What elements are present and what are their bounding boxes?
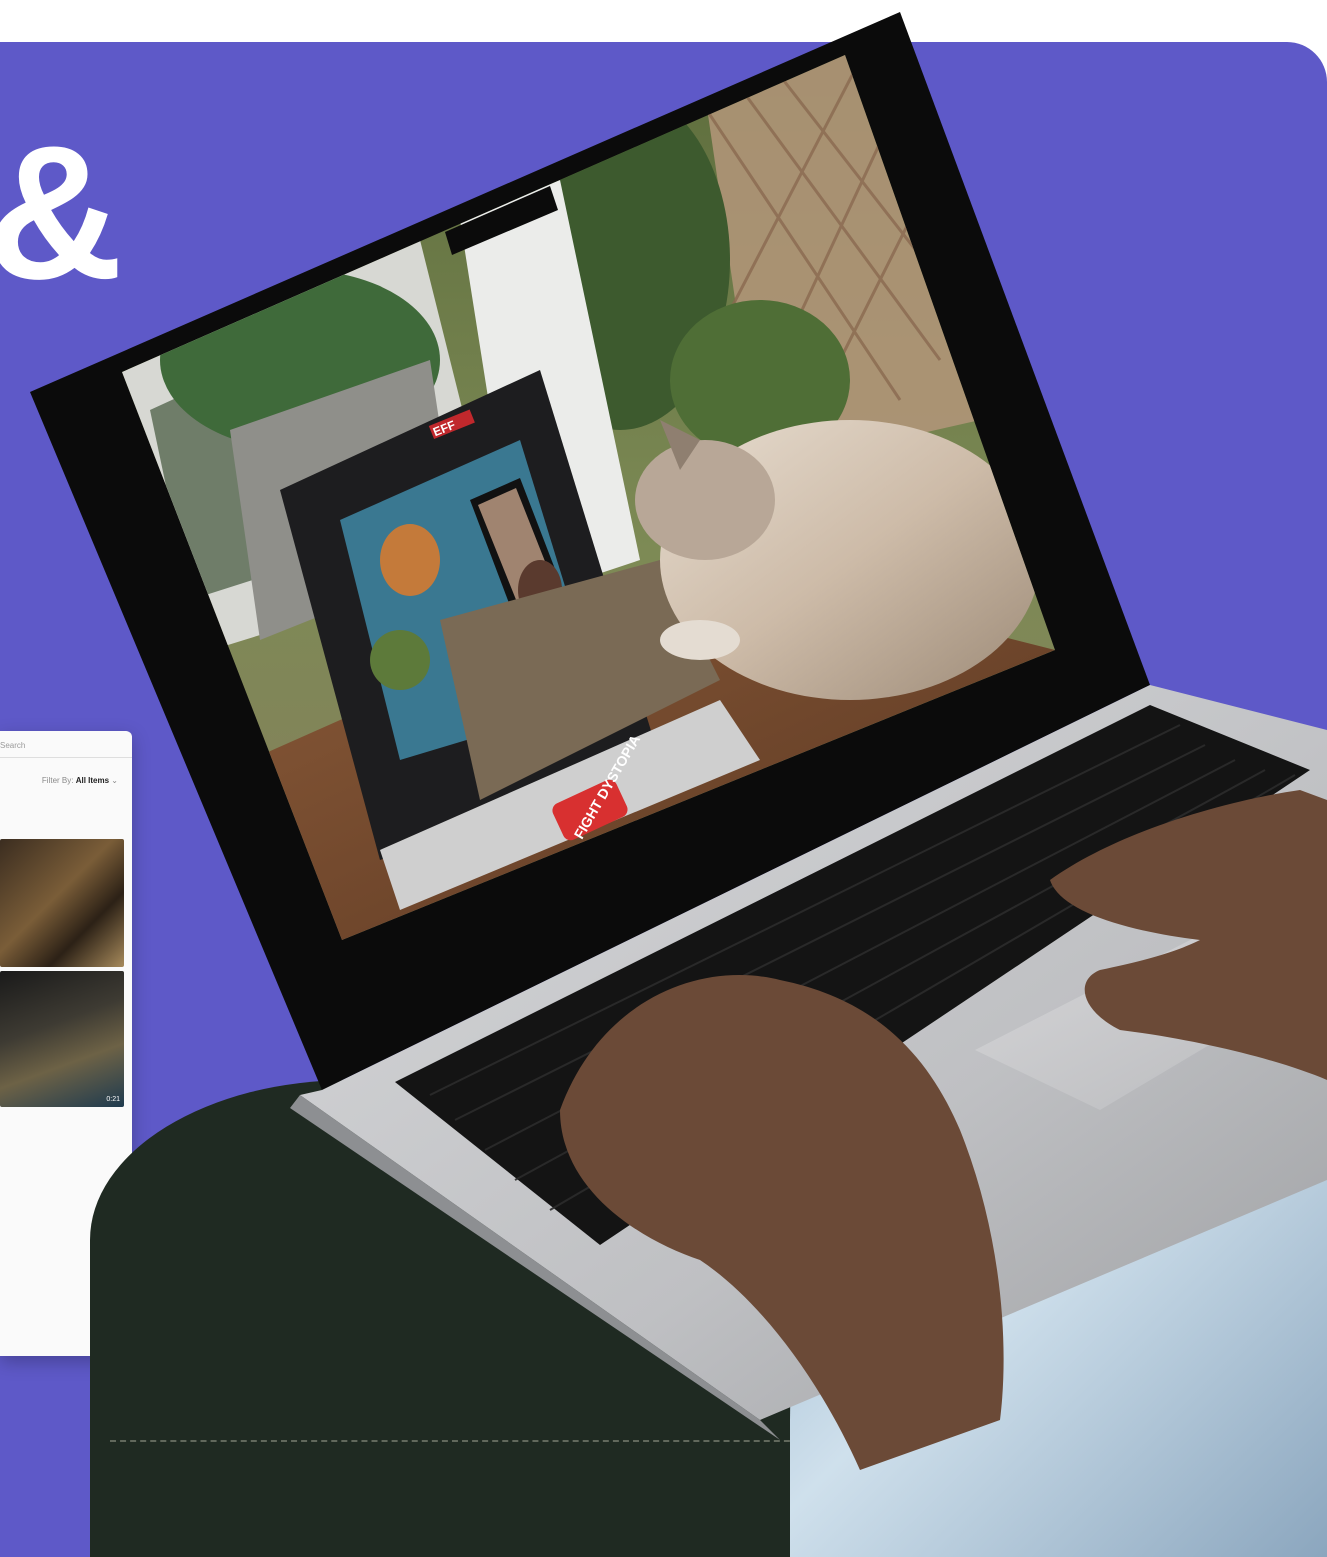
laptop-illustration: FIGHT DYSTOPIA EFF — [30, 12, 1327, 1470]
